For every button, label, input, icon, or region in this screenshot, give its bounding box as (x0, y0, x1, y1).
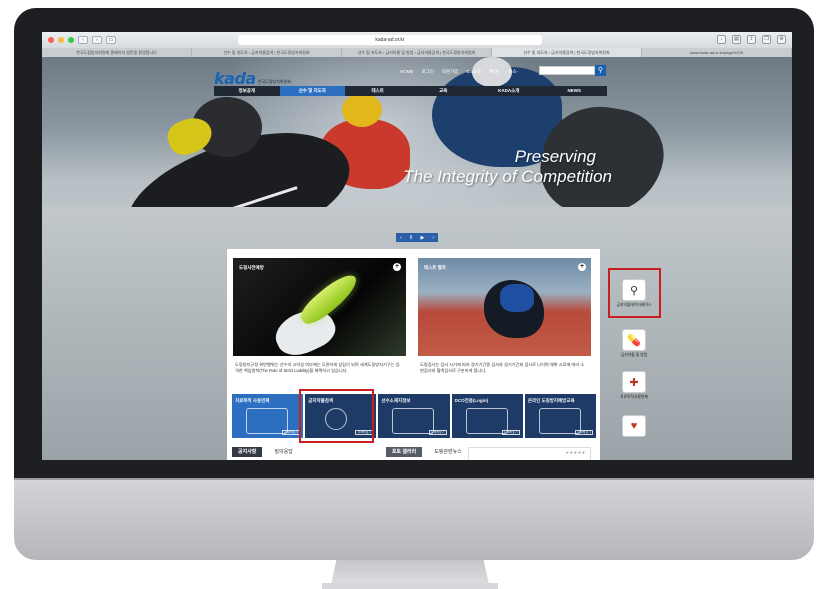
site-search-input[interactable] (539, 66, 595, 75)
nav-item-athletes[interactable]: 선수 및 지도자 (279, 86, 345, 96)
stand-base (322, 583, 498, 589)
zoom-window-button[interactable] (68, 37, 74, 43)
card-text: 도핑검사는 검사 시기에 따라 경기기간중 검사와 경기기간외 검사로 나뉘며 … (420, 362, 585, 373)
global-nav: 정보공개 선수 및 지도자 테스트 교육 KADA소개 NEWS (214, 86, 607, 96)
more-button[interactable]: 자세히보기 (282, 430, 301, 435)
nav-item-education[interactable]: 교육 (411, 86, 477, 96)
menu-whereabouts[interactable]: 선수소재지정보 자세히보기 (378, 394, 450, 438)
util-zoom-out-link[interactable]: 축소- (508, 69, 518, 75)
card-text: 도핑방지규정 위반행위는 선수의 고의성 여부에는 무관하게 성립이 되며 세계… (235, 362, 400, 373)
util-login-link[interactable]: 로그인 (422, 69, 434, 75)
chin-divider (14, 478, 814, 480)
quick-item-tue[interactable]: ✚ 치료목적사용면제 (604, 371, 664, 400)
download-icon[interactable]: ↓ (717, 35, 726, 44)
quick-label: 치료목적사용면제 (620, 395, 648, 399)
slider-play-icon[interactable]: ▶ (420, 235, 424, 241)
quick-item-prohibited[interactable]: 💊 금지약물 및 방법 (604, 329, 664, 358)
close-window-button[interactable] (48, 37, 54, 43)
util-join-link[interactable]: 회원가입 (442, 69, 459, 75)
highlight-box (299, 389, 374, 443)
skater-helmet (342, 93, 382, 127)
util-english-link[interactable]: English (466, 69, 481, 75)
slider-pause-icon[interactable]: II (410, 235, 413, 241)
highlight-box (608, 268, 661, 318)
quick-item-calendar[interactable]: ♥ (604, 415, 664, 437)
browser-tab-strip: 한국도핑방지위원회 홈페이지 방문을 환영합니다 선수 및 지도자 › 금지약물… (42, 48, 792, 57)
screen: ‹ › ▭ kada-ad.or.kr ↓ ▤ ⇪ ❐ ⚙ 한국도핑방지위원회 … (42, 32, 792, 460)
website: kada 한국도핑방지위원회 HOME 로그인 회원가입 English 확대+… (42, 57, 792, 460)
browser-tab[interactable]: 선수 및 지도자 › 금지약물 및 방법 › 금지약물검색 | 한국도핑방지위원… (342, 48, 492, 57)
imac-mockup: ‹ › ▭ kada-ad.or.kr ↓ ▤ ⇪ ❐ ⚙ 한국도핑방지위원회 … (0, 0, 816, 589)
browser-tab[interactable]: 선수 및 지도자 › 금지약물검색 | 한국도핑방지위원회 (192, 48, 342, 57)
menu-label: 선수소재지정보 (381, 398, 411, 403)
more-button[interactable]: 자세히보기 (575, 430, 594, 435)
menu-online-education[interactable]: 온라인 도핑방지예방교육 자세히보기 (524, 394, 597, 438)
more-button[interactable]: 자세히보기 (501, 430, 520, 435)
search-icon[interactable]: ⚲ (595, 65, 606, 76)
plus-icon[interactable]: + (578, 263, 586, 271)
browser-tab[interactable]: 한국도핑방지위원회 홈페이지 방문을 환영합니다 (42, 48, 192, 57)
tab-doping-news[interactable]: 도핑관련뉴스 (428, 447, 468, 457)
slider-prev-icon[interactable]: ‹ (400, 235, 402, 241)
util-home-link[interactable]: HOME (400, 69, 414, 75)
prevention-image (233, 258, 406, 363)
test-procedure-image (418, 258, 591, 356)
nav-item-about[interactable]: KADA소개 (476, 86, 542, 96)
forward-icon[interactable]: › (92, 36, 102, 44)
quick-label: 금지약물 및 방법 (620, 353, 648, 357)
plus-icon[interactable]: + (393, 263, 401, 271)
card-title: 테스트 절차 (424, 265, 446, 270)
menu-label: DCO전용(Login) (454, 398, 489, 403)
utility-nav: HOME 로그인 회원가입 English 확대+ 축소- (400, 69, 518, 75)
pager-dots[interactable]: ●●●●● (566, 450, 586, 456)
slogan-line-2: The Integrity of Competition (403, 167, 612, 186)
logo-subtitle: 한국도핑방지위원회 (257, 79, 291, 84)
calendar-heart-icon: ♥ (622, 415, 646, 437)
menu-dco-login[interactable]: DCO전용(Login) 자세히보기 (451, 394, 523, 438)
address-bar[interactable]: kada-ad.or.kr (238, 35, 542, 45)
quick-service-menu: 치료목적 사용면제 자세히보기 금지약물검색 자세히보기 선수소재지정보 자세히… (232, 394, 597, 438)
monitor-chin (14, 478, 814, 560)
minimize-window-button[interactable] (58, 37, 64, 43)
settings-icon[interactable]: ⚙ (777, 35, 786, 44)
prevention-card[interactable]: 도핑사전예방 + 도핑방지규정 위반행위는 선수의 고의성 여부에는 무관하게 … (233, 258, 406, 394)
menu-label: 치료목적 사용면제 (235, 398, 270, 403)
card-title: 도핑사전예방 (239, 265, 264, 270)
browser-actions: ↓ ▤ ⇪ ❐ ⚙ (717, 35, 786, 44)
slogan-line-1: Preserving (514, 147, 596, 166)
nav-item-news[interactable]: NEWS (542, 86, 608, 96)
tab-notice[interactable]: 공지사항 (232, 447, 263, 457)
util-zoom-in-link[interactable]: 확대+ (489, 69, 500, 75)
browser-tab[interactable]: www.kada-ad.or.kr/page/1/0/9 (642, 48, 792, 57)
tab-qna[interactable]: 질의응답 (268, 447, 299, 457)
test-procedure-card[interactable]: 테스트 절차 + 도핑검사는 검사 시기에 따라 경기기간중 검사와 경기기간외… (418, 258, 591, 394)
share-icon[interactable]: ⇪ (747, 35, 756, 44)
browser-toolbar: ‹ › ▭ kada-ad.or.kr ↓ ▤ ⇪ ❐ ⚙ (42, 32, 792, 48)
menu-tue[interactable]: 치료목적 사용면제 자세히보기 (232, 394, 304, 438)
slider-next-icon[interactable]: › (432, 235, 434, 241)
more-button[interactable]: 자세히보기 (428, 430, 447, 435)
menu-label: 온라인 도핑방지예방교육 (527, 398, 575, 403)
browser-tab-active[interactable]: 선수 및 지도자 › 금지약물검색 | 한국도핑방지위원회 (492, 48, 642, 57)
reader-icon[interactable]: ▤ (732, 35, 741, 44)
medicine-box-icon: ✚ (622, 371, 646, 393)
nav-item-info[interactable]: 정보공개 (214, 86, 280, 96)
hero-slogan: Preserving The Integrity of Competition (292, 147, 612, 187)
runner-shirt (500, 284, 534, 312)
sidebar-icon[interactable]: ▭ (106, 36, 116, 44)
tabs-icon[interactable]: ❐ (762, 35, 771, 44)
nav-item-test[interactable]: 테스트 (345, 86, 411, 96)
slider-controls: ‹ II ▶ › (396, 233, 438, 242)
tab-photo-gallery[interactable]: 포토 갤러리 (385, 447, 423, 457)
content-panel: 도핑사전예방 + 도핑방지규정 위반행위는 선수의 고의성 여부에는 무관하게 … (227, 249, 600, 460)
back-icon[interactable]: ‹ (78, 36, 88, 44)
pills-icon: 💊 (622, 329, 646, 351)
banner-box: ●●●●● (468, 447, 591, 460)
